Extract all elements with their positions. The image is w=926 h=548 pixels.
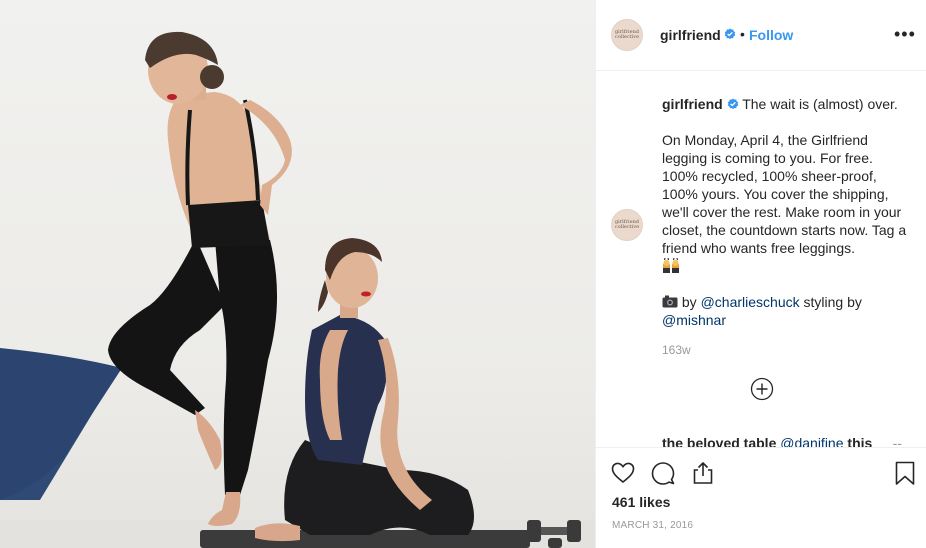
- follow-button[interactable]: Follow: [749, 27, 793, 43]
- post-photo[interactable]: [0, 0, 595, 548]
- post-actions: 461 likes MARCH 31, 2016: [596, 447, 926, 548]
- verified-badge-icon: [724, 28, 736, 40]
- post-date[interactable]: MARCH 31, 2016: [612, 520, 693, 531]
- more-options-icon[interactable]: •••: [894, 25, 916, 43]
- comment-text: the beloved table: [662, 435, 777, 447]
- comment-icon[interactable]: [650, 460, 676, 486]
- post-sidebar: girlfriend collective girlfriend • Follo…: [595, 0, 926, 548]
- comments-area[interactable]: girlfriend collective girlfriend The wai…: [596, 72, 926, 447]
- load-more-comments-icon[interactable]: [750, 377, 774, 401]
- photographer-mention-link[interactable]: @charlieschuck: [701, 294, 800, 310]
- bookmark-icon[interactable]: [892, 460, 918, 486]
- avatar-text: girlfriend collective: [614, 29, 640, 40]
- caption-username-link[interactable]: girlfriend: [662, 96, 723, 112]
- separator-dot: •: [740, 26, 745, 42]
- verified-badge-icon: [727, 98, 738, 110]
- heart-icon[interactable]: [610, 460, 636, 486]
- credit-by-text: by: [681, 294, 697, 310]
- caption-timestamp[interactable]: 163w: [662, 343, 691, 357]
- comment-mention-link[interactable]: @danifine: [780, 435, 843, 447]
- post-caption: girlfriend The wait is (almost) over. On…: [662, 95, 912, 329]
- comment-item: the beloved table @danifine this --: [662, 434, 912, 447]
- likes-count[interactable]: 461 likes: [612, 494, 670, 510]
- share-icon[interactable]: [690, 460, 716, 486]
- people-with-bunny-ears-emoji-icon: [663, 258, 679, 273]
- caption-line-1: The wait is (almost) over.: [742, 96, 898, 112]
- credit-styling-text: styling by: [803, 294, 862, 310]
- camera-emoji-icon: [662, 295, 678, 308]
- post-photo-illustration: [0, 31, 595, 548]
- caption-body: On Monday, April 4, the Girlfriend leggi…: [662, 132, 907, 256]
- username-link[interactable]: girlfriend: [660, 27, 721, 43]
- comment-dash: --: [892, 435, 902, 447]
- avatar[interactable]: girlfriend collective: [611, 209, 643, 241]
- stylist-mention-link[interactable]: @mishnar: [662, 312, 726, 328]
- post-header: girlfriend collective girlfriend • Follo…: [596, 0, 926, 71]
- comment-tail-text: this: [847, 435, 873, 447]
- avatar-text: girlfriend collective: [614, 219, 640, 230]
- avatar[interactable]: girlfriend collective: [611, 19, 643, 51]
